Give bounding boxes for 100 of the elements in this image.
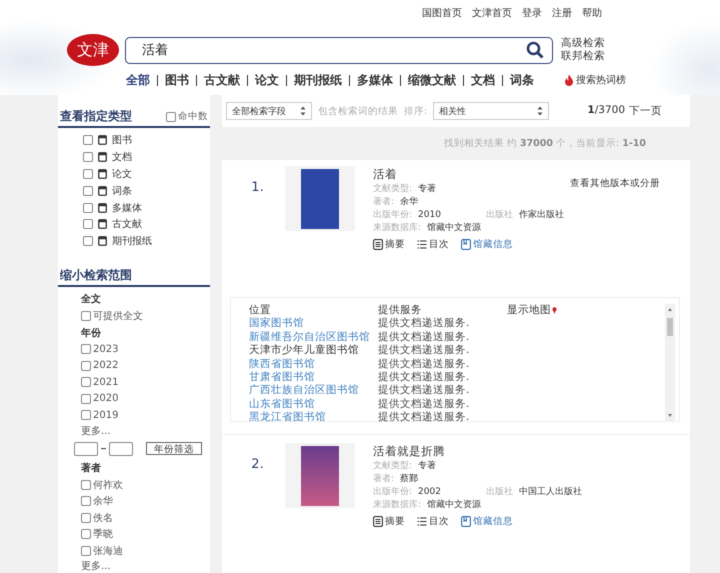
library-link[interactable]: 新疆维吾尔自治区图书馆 [249, 330, 378, 344]
library-link[interactable]: 广西壮族自治区图书馆 [249, 384, 378, 398]
type-option[interactable]: 词条 [112, 184, 132, 198]
checkbox[interactable] [81, 496, 91, 506]
filter-option[interactable]: 张海迪 [93, 544, 123, 558]
action-link[interactable]: 摘要 [373, 238, 405, 251]
year-to-field[interactable] [109, 442, 133, 456]
category-tab[interactable]: 图书 [157, 74, 196, 86]
type-option[interactable]: 期刊报纸 [112, 234, 152, 248]
checkbox[interactable] [81, 377, 91, 388]
filter-option[interactable]: 何祚欢 [93, 478, 123, 492]
checkbox[interactable] [83, 152, 93, 162]
year-from-field[interactable] [74, 442, 98, 456]
library-link[interactable]: 山东省图书馆 [249, 398, 378, 412]
search-icon[interactable] [526, 41, 544, 59]
search-link[interactable]: 高级检索 [561, 37, 605, 50]
category-tab[interactable]: 多媒体 [349, 74, 400, 86]
type-option[interactable]: 论文 [112, 166, 132, 181]
category-tab[interactable]: 古文献 [196, 74, 247, 86]
type-option[interactable]: 文档 [112, 150, 132, 164]
filter-heading: 年份 [81, 326, 102, 341]
sort-select[interactable]: 相关性 [433, 102, 550, 120]
hot-search-link[interactable]: 搜索热词榜 [576, 73, 626, 87]
nav-link[interactable]: 登录 [522, 6, 542, 20]
service-text: 提供文档递送服务. [378, 330, 470, 344]
sort-arrows-icon [300, 106, 306, 116]
library-link[interactable]: 甘肃省图书馆 [249, 371, 378, 384]
library-link[interactable]: 国家图书馆 [249, 317, 378, 331]
other-editions-link[interactable]: 查看其他版本或分册 [570, 177, 660, 190]
filter-option[interactable]: 2022 [93, 360, 118, 372]
result-number: 1. [250, 179, 265, 197]
book-icon [98, 202, 107, 213]
nav-link[interactable]: 国图首页 [422, 6, 462, 20]
checkbox[interactable] [166, 112, 176, 122]
checkbox[interactable] [81, 410, 91, 420]
filter-option[interactable]: 2021 [93, 376, 118, 388]
year-filter-button[interactable]: 年份筛选 [146, 442, 202, 456]
filter-option[interactable]: 佚名 [93, 510, 113, 525]
checkbox[interactable] [81, 344, 91, 354]
scrollbar[interactable] [665, 304, 675, 422]
checkbox[interactable] [81, 546, 91, 556]
checkbox[interactable] [81, 394, 91, 404]
checkbox[interactable] [81, 360, 91, 371]
checkbox[interactable] [83, 135, 93, 146]
more-link[interactable]: 更多... [81, 424, 210, 438]
category-tab[interactable]: 期刊报纸 [286, 74, 349, 86]
service-text: 提供文档递送服务. [378, 411, 470, 425]
filter-option[interactable]: 2019 [93, 410, 118, 421]
checkbox[interactable] [83, 186, 93, 196]
category-tab[interactable]: 缩微文献 [400, 74, 463, 86]
nav-link[interactable]: 文津首页 [472, 6, 512, 20]
action-link[interactable]: 目次 [417, 515, 449, 528]
field-value: 蔡鄞 [400, 473, 418, 486]
checkbox-label: 命中数 [178, 110, 208, 123]
field-label: 文献类型: [373, 460, 412, 473]
checkbox[interactable] [81, 310, 91, 321]
library-link[interactable]: 黑龙江省图书馆 [249, 411, 378, 425]
page-indicator: 1/3700 [587, 104, 625, 118]
category-tab[interactable]: 论文 [247, 74, 286, 86]
category-tab[interactable]: 全部 [126, 74, 157, 86]
nav-link[interactable]: 帮助 [582, 6, 602, 20]
category-tab[interactable]: 文档 [463, 74, 502, 86]
checkbox[interactable] [81, 480, 91, 490]
more-link[interactable]: 更多... [81, 559, 210, 573]
type-option[interactable]: 古文献 [112, 217, 142, 232]
checkbox[interactable] [83, 219, 93, 230]
library-link[interactable]: 陕西省图书馆 [249, 358, 378, 372]
within-results-label: 包含检索词的结果 [318, 104, 398, 118]
type-option[interactable]: 多媒体 [112, 200, 142, 215]
filter-option[interactable]: 2023 [93, 344, 118, 355]
checkbox[interactable] [83, 202, 93, 213]
search-link[interactable]: 联邦检索 [561, 50, 605, 63]
action-link[interactable]: 目次 [417, 238, 449, 251]
search-input[interactable]: 活着 [140, 42, 526, 58]
service-text: 提供文档递送服务. [378, 398, 470, 411]
filter-option[interactable]: 季晓 [93, 527, 113, 542]
action-link[interactable]: 馆藏信息 [461, 238, 513, 251]
field-value: 作家出版社 [518, 209, 564, 222]
checkbox[interactable] [83, 236, 93, 246]
action-link[interactable]: 馆藏信息 [461, 515, 513, 528]
sort-label: 排序: [404, 104, 428, 118]
service-text: 提供文档递送服务. [378, 371, 470, 384]
action-link[interactable]: 摘要 [373, 515, 405, 528]
result-title[interactable]: 活着 [373, 168, 564, 181]
service-text: 提供文档递送服务. [378, 344, 470, 358]
next-page-link[interactable]: 下一页 [629, 104, 662, 118]
result-title[interactable]: 活着就是折腾 [373, 445, 582, 458]
logo[interactable]: 文津 [67, 34, 119, 66]
filter-option[interactable]: 可提供全文 [93, 308, 143, 323]
type-option[interactable]: 图书 [112, 133, 132, 148]
filter-option[interactable]: 2020 [93, 393, 118, 404]
category-tab[interactable]: 词条 [502, 74, 541, 86]
field-select[interactable]: 全部检索字段 [226, 102, 312, 120]
checkbox[interactable] [83, 168, 93, 179]
checkbox[interactable] [81, 529, 91, 540]
filter-option[interactable]: 余华 [93, 494, 113, 508]
field-value: 2002 [418, 486, 441, 499]
checkbox[interactable] [81, 512, 91, 523]
search-field[interactable]: 活着 [125, 36, 553, 64]
nav-link[interactable]: 注册 [552, 6, 572, 20]
